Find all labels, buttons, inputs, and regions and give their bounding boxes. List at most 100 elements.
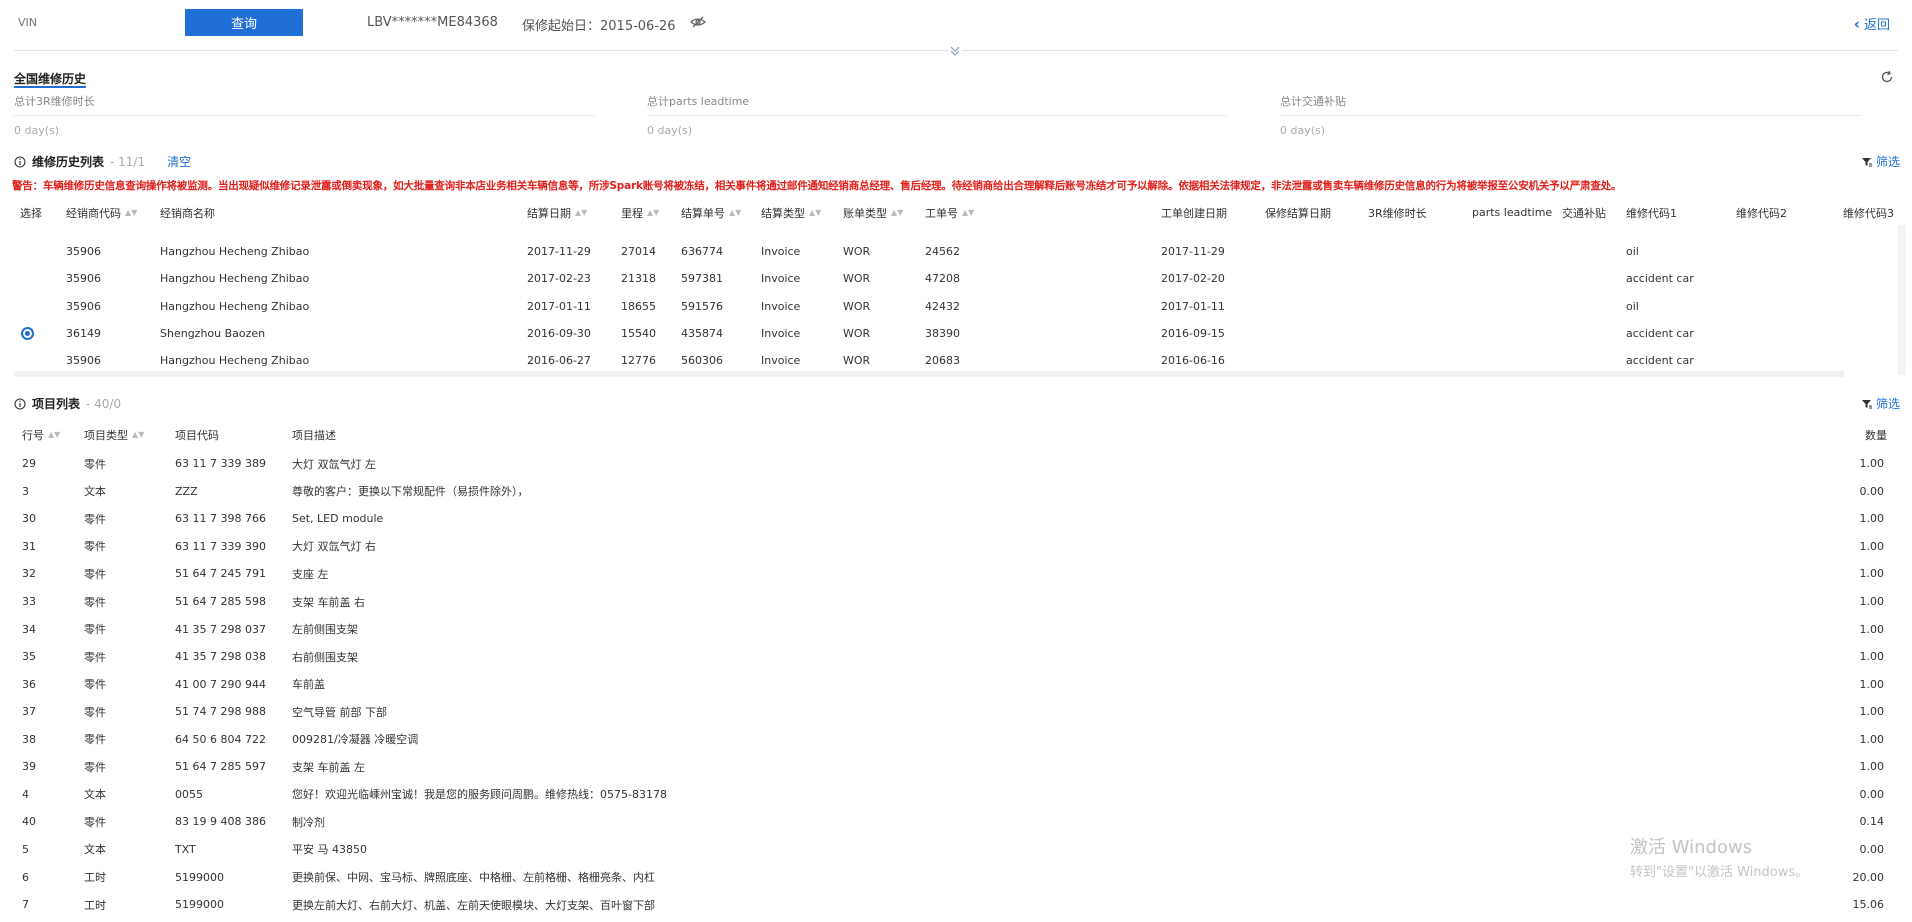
cell-qty: 1.00 <box>1859 567 1885 581</box>
cell-item-code: ZZZ <box>175 484 198 498</box>
items-table-header: 行号 ▲▼ 项目类型 ▲▼ 项目代码 项目描述 数量 <box>0 421 1912 449</box>
cell-item-desc: 您好！欢迎光临嵊州宝诚！我是您的服务顾问周鹏。维修热线：0575-83178 <box>292 788 667 802</box>
cell-ro-date: 2016-09-15 <box>1161 326 1225 340</box>
cell-line-no: 4 <box>22 787 29 801</box>
cell-dealer-name: Hangzhou Hecheng Zhibao <box>160 245 310 258</box>
cell-ro-no: 38390 <box>925 326 960 340</box>
col-item-type[interactable]: 项目类型 ▲▼ <box>84 421 144 449</box>
col-repair-code-3[interactable]: 维修代码3 <box>1843 199 1894 226</box>
radio-selected-icon[interactable] <box>21 326 34 340</box>
cell-line-no: 29 <box>22 457 36 471</box>
history-row[interactable]: 35906 Hangzhou Hecheng Zhibao 2017-02-23 21… <box>0 265 1912 292</box>
col-qty[interactable]: 数量 <box>1865 421 1887 449</box>
items-section-header: 项目列表 - 40/0 <box>14 395 121 412</box>
eye-off-icon[interactable] <box>690 15 706 29</box>
col-traffic-subsidy[interactable]: 交通补贴 <box>1562 199 1606 226</box>
col-repair-code-2[interactable]: 维修代码2 <box>1736 199 1787 226</box>
items-count: - 40/0 <box>86 396 122 411</box>
query-button[interactable]: 查询 <box>185 9 303 36</box>
cell-item-code: 41 35 7 298 038 <box>175 650 266 664</box>
metric-value: 0 day(s) <box>14 124 60 137</box>
cell-qty: 1.00 <box>1859 457 1885 471</box>
summary-title[interactable]: 全国维修历史 <box>14 70 86 87</box>
cell-dealer-name: Hangzhou Hecheng Zhibao <box>160 272 310 286</box>
col-select: 选择 <box>20 206 42 220</box>
cell-item-desc: 009281/冷凝器 冷暖空调 <box>292 733 419 747</box>
vin-search-input[interactable] <box>18 10 168 34</box>
cell-settle-no: 636774 <box>681 245 723 258</box>
item-row: 39 零件 51 64 7 285 597 支架 车前盖 左 1.00 <box>0 753 1912 781</box>
history-row[interactable]: 36149 Shengzhou Baozen 2016-09-30 15540 4358… <box>0 320 1912 347</box>
cell-bill-type: WOR <box>843 326 871 340</box>
cell-qty: 15.06 <box>1852 898 1885 912</box>
cell-item-code: 63 11 7 339 390 <box>175 539 266 553</box>
cell-item-desc: 平安 马 43850 <box>292 843 367 857</box>
col-settle-no[interactable]: 结算单号 ▲▼ <box>681 199 741 226</box>
col-line-no[interactable]: 行号 ▲▼ <box>22 421 60 449</box>
col-item-desc[interactable]: 项目描述 <box>292 421 336 449</box>
history-row[interactable]: 35906 Hangzhou Hecheng Zhibao 2017-11-29 27… <box>0 238 1912 265</box>
col-repair-code-1[interactable]: 维修代码1 <box>1626 199 1677 226</box>
item-row: 7 工时 5199000 更换左前大灯、右前大灯、机盖、左前天使眼模块、大灯支架、百叶… <box>0 891 1912 919</box>
watermark-line-1: 激活 Windows <box>1630 837 1753 858</box>
item-row: 34 零件 41 35 7 298 037 左前侧围支架 1.00 <box>0 615 1912 643</box>
cell-settle-date: 2016-09-30 <box>527 326 591 340</box>
cell-qty: 0.00 <box>1859 787 1885 801</box>
cell-item-desc: 大灯 双氙气灯 右 <box>292 540 376 554</box>
item-row: 6 工时 5199000 更换前保、中网、宝马标、牌照底座、中格栅、左前格栅、格栅亮条… <box>0 863 1912 891</box>
cell-line-no: 3 <box>22 484 29 498</box>
col-dealer-code[interactable]: 经销商代码 ▲▼ <box>66 199 137 226</box>
cell-ro-date: 2017-01-11 <box>1161 299 1225 313</box>
cell-item-desc: 支座 左 <box>292 567 329 581</box>
cell-mileage: 15540 <box>621 326 656 340</box>
row-radio[interactable] <box>21 320 34 347</box>
refresh-icon[interactable] <box>1880 70 1894 84</box>
cell-repair-code-1: oil <box>1626 245 1639 258</box>
cell-line-no: 37 <box>22 705 36 719</box>
cell-ro-no: 47208 <box>925 272 960 286</box>
col-ro-date[interactable]: 工单创建日期 <box>1161 199 1227 226</box>
cell-line-no: 5 <box>22 842 29 856</box>
history-row[interactable]: 35906 Hangzhou Hecheng Zhibao 2017-01-11 18… <box>0 293 1912 320</box>
col-parts-leadtime[interactable]: parts leadtime <box>1472 199 1552 226</box>
cell-qty: 0.00 <box>1859 484 1885 498</box>
cell-item-type: 零件 <box>84 623 106 637</box>
cell-item-desc: Set, LED module <box>292 512 384 526</box>
history-vertical-scrollbar[interactable] <box>1898 225 1906 375</box>
items-title: 项目列表 <box>32 397 81 411</box>
items-filter-button[interactable]: 筛选 <box>1861 395 1900 412</box>
cell-item-type: 工时 <box>84 898 106 912</box>
cell-item-code: 5199000 <box>175 898 224 912</box>
col-ro-no[interactable]: 工单号 ▲▼ <box>925 199 974 226</box>
summary-tab-indicator <box>14 86 86 88</box>
cell-dealer-code: 36149 <box>66 326 101 340</box>
cell-settle-date: 2017-11-29 <box>527 245 591 258</box>
item-row: 4 文本 0055 您好！欢迎光临嵊州宝诚！我是您的服务顾问周鹏。维修热线：0575-… <box>0 781 1912 809</box>
col-dealer-name[interactable]: 经销商名称 <box>160 199 215 226</box>
vin-display: LBV*******ME84368 <box>367 15 498 30</box>
col-warranty-settle-date[interactable]: 保修结算日期 <box>1265 199 1331 226</box>
cell-item-type: 零件 <box>84 512 106 526</box>
cell-dealer-name: Shengzhou Baozen <box>160 326 266 340</box>
col-settle-date[interactable]: 结算日期 ▲▼ <box>527 199 587 226</box>
metric-value: 0 day(s) <box>647 124 693 137</box>
col-settle-type[interactable]: 结算类型 ▲▼ <box>761 199 821 226</box>
cell-item-type: 零件 <box>84 760 106 774</box>
cell-line-no: 35 <box>22 650 36 664</box>
cell-ro-no: 42432 <box>925 299 960 313</box>
col-item-code[interactable]: 项目代码 <box>175 421 219 449</box>
double-chevron-down-icon[interactable] <box>948 44 962 58</box>
cell-line-no: 7 <box>22 898 29 912</box>
cell-mileage: 21318 <box>621 272 656 286</box>
cell-item-type: 零件 <box>84 540 106 554</box>
history-horizontal-scrollbar[interactable] <box>14 371 1844 377</box>
history-filter-button[interactable]: 筛选 <box>1861 153 1900 170</box>
col-mileage[interactable]: 里程 ▲▼ <box>621 199 659 226</box>
cell-item-desc: 左前侧围支架 <box>292 623 358 637</box>
clear-button[interactable]: 清空 <box>167 153 191 170</box>
col-bill-type[interactable]: 账单类型 ▲▼ <box>843 199 903 226</box>
cell-item-desc: 更换左前大灯、右前大灯、机盖、左前天使眼模块、大灯支架、百叶窗下部 <box>292 898 655 912</box>
filter-label: 筛选 <box>1875 397 1900 411</box>
col-3r-time[interactable]: 3R维修时长 <box>1368 199 1427 226</box>
back-button[interactable]: ‹ 返回 <box>1854 14 1890 34</box>
